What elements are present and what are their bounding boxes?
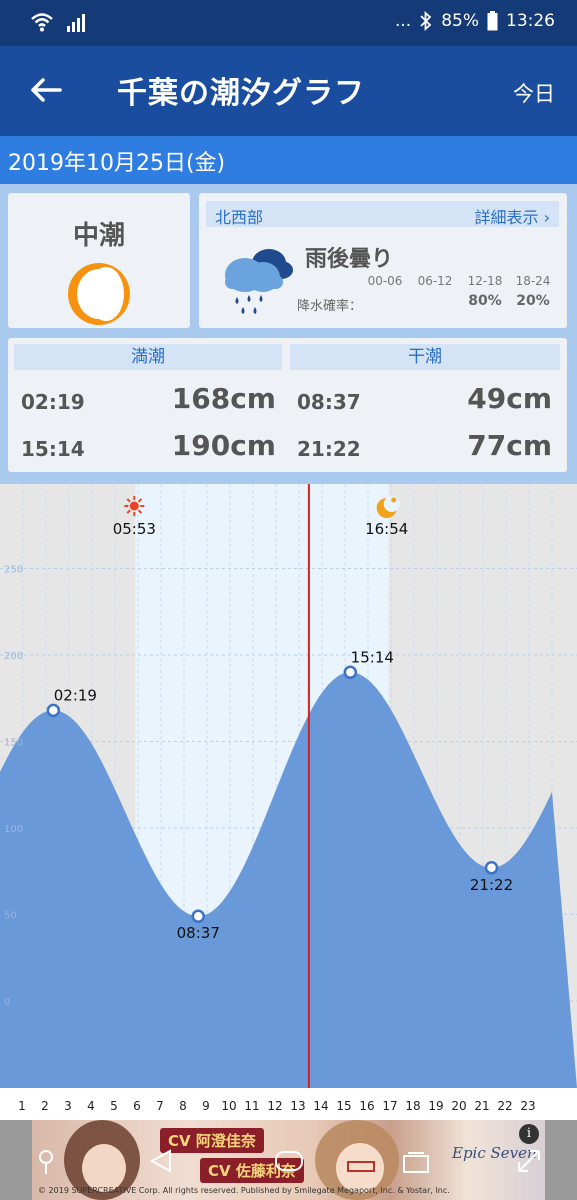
nav-back-icon[interactable] xyxy=(148,1148,174,1174)
tide-type-card: 中潮 xyxy=(8,193,190,328)
x-tick-label: 20 xyxy=(451,1099,466,1113)
back-arrow-icon[interactable] xyxy=(26,70,66,110)
precip-value: 20% xyxy=(516,293,550,309)
high-low-card: 満潮 干潮 02:19 168cm 15:14 190cm 08:37 49cm… xyxy=(8,338,567,472)
low-tide-header: 干潮 xyxy=(290,344,560,370)
x-tick-label: 18 xyxy=(405,1099,420,1113)
x-tick-label: 17 xyxy=(382,1099,397,1113)
app-bar: 千葉の潮汐グラフ 今日 xyxy=(0,46,577,136)
date-label: 2019年10月25日(金) xyxy=(8,151,226,176)
extremum-label: 15:14 xyxy=(351,648,394,666)
x-tick-label: 13 xyxy=(290,1099,305,1113)
low-tide-height: 77cm xyxy=(467,429,552,462)
clock: 13:26 xyxy=(506,11,555,31)
detail-link-label[interactable]: 詳細表示 xyxy=(474,208,538,227)
y-tick-label: 200 xyxy=(4,651,23,662)
region-name: 北西部 xyxy=(215,208,264,227)
period-label: 06-12 xyxy=(417,274,453,288)
moon-phase-icon xyxy=(68,263,130,325)
precip-value: 80% xyxy=(468,293,502,309)
status-bar: ... 85% 13:26 xyxy=(0,0,577,46)
moon-cutout xyxy=(383,496,400,512)
x-tick-label: 10 xyxy=(221,1099,236,1113)
nav-recents-icon[interactable] xyxy=(402,1152,430,1174)
y-tick-label: 50 xyxy=(4,911,17,922)
extremum-label: 02:19 xyxy=(54,686,97,704)
pin-icon[interactable] xyxy=(36,1148,56,1176)
star-icon xyxy=(391,497,397,503)
chevron-right-icon: › xyxy=(543,208,550,227)
weather-card: 北西部 詳細表示 › 雨後曇り 00-06 06-12 12-18 18-24 … xyxy=(199,193,567,328)
y-tick-label: 100 xyxy=(4,824,23,835)
extremum-marker[interactable] xyxy=(343,665,358,680)
more-dots: ... xyxy=(394,11,412,31)
page-title: 千葉の潮汐グラフ xyxy=(117,76,365,111)
x-tick-label: 11 xyxy=(244,1099,259,1113)
battery-percent: 85% xyxy=(441,11,479,31)
extremum-label: 08:37 xyxy=(177,924,220,942)
sunrise-icon xyxy=(124,496,145,516)
high-tide-height: 190cm xyxy=(171,429,276,462)
sunset-label: 16:54 xyxy=(365,520,408,538)
tide-chart[interactable]: 0 50 100 150 200 250 02:19 08:37 15:14 21:22 05:53… xyxy=(0,484,577,1120)
period-label: 18-24 xyxy=(515,274,551,288)
x-tick-label: 16 xyxy=(359,1099,374,1113)
x-tick-label: 8 xyxy=(179,1099,187,1113)
battery-icon xyxy=(487,11,498,31)
precip-label: 降水確率： xyxy=(297,299,363,314)
rain-cloud-icon xyxy=(225,249,293,314)
low-tide-time: 21:22 xyxy=(297,437,361,461)
x-tick-label: 15 xyxy=(336,1099,351,1113)
info-area: 中潮 北西部 詳細表示 › 雨後曇り 00-06 06-12 12-18 18- xyxy=(0,184,577,484)
x-tick-label: 6 xyxy=(133,1099,141,1113)
y-tick-label: 150 xyxy=(4,738,23,749)
high-tide-time: 02:19 xyxy=(21,390,85,414)
low-tide-height: 49cm xyxy=(467,382,552,415)
expand-icon[interactable] xyxy=(516,1148,542,1174)
y-tick-label: 0 xyxy=(4,997,10,1008)
bluetooth-icon xyxy=(420,11,432,31)
x-tick-label: 14 xyxy=(313,1099,328,1113)
x-tick-label: 9 xyxy=(202,1099,210,1113)
ad-info-icon[interactable]: i xyxy=(519,1124,539,1144)
x-tick-label: 22 xyxy=(497,1099,512,1113)
tide-type-label: 中潮 xyxy=(72,221,125,251)
high-tide-height: 168cm xyxy=(171,382,276,415)
sunrise-label: 05:53 xyxy=(113,520,156,538)
x-tick-label: 19 xyxy=(428,1099,443,1113)
detail-link[interactable]: 詳細表示 › xyxy=(474,204,550,228)
today-button[interactable]: 今日 xyxy=(513,78,555,108)
ad-copyright: © 2019 SUPERCREATIVE Corp. All rights re… xyxy=(38,1186,450,1195)
extremum-label: 21:22 xyxy=(470,876,513,894)
x-tick-label: 5 xyxy=(110,1099,118,1113)
period-label: 12-18 xyxy=(467,274,503,288)
x-tick-label: 4 xyxy=(87,1099,95,1113)
extremum-marker[interactable] xyxy=(46,703,61,718)
date-bar: 2019年10月25日(金) xyxy=(0,136,577,184)
region-bar: 北西部 詳細表示 › xyxy=(206,201,559,227)
x-tick-label: 23 xyxy=(520,1099,535,1113)
x-tick-label: 2 xyxy=(41,1099,49,1113)
nav-home-icon[interactable] xyxy=(274,1150,304,1172)
x-tick-label: 12 xyxy=(267,1099,282,1113)
period-label: 00-06 xyxy=(367,274,403,288)
high-tide-time: 15:14 xyxy=(21,437,85,461)
x-tick-label: 3 xyxy=(64,1099,72,1113)
y-tick-label: 250 xyxy=(4,565,23,576)
low-tide-time: 08:37 xyxy=(297,390,361,414)
extremum-marker[interactable] xyxy=(484,861,499,875)
wifi-icon xyxy=(31,13,53,32)
high-tide-header: 満潮 xyxy=(14,344,282,370)
weather-forecast: 雨後曇り xyxy=(305,247,394,272)
signal-icon xyxy=(67,14,85,32)
x-tick-label: 7 xyxy=(156,1099,164,1113)
tide-chart-svg[interactable]: 0 50 100 150 200 250 02:19 08:37 15:14 21:22 05:53… xyxy=(0,484,577,1120)
x-tick-label: 1 xyxy=(18,1099,26,1113)
ad-cv-tag: CV 阿澄佳奈 xyxy=(160,1128,264,1153)
extremum-marker[interactable] xyxy=(191,909,206,923)
x-tick-label: 21 xyxy=(474,1099,489,1113)
